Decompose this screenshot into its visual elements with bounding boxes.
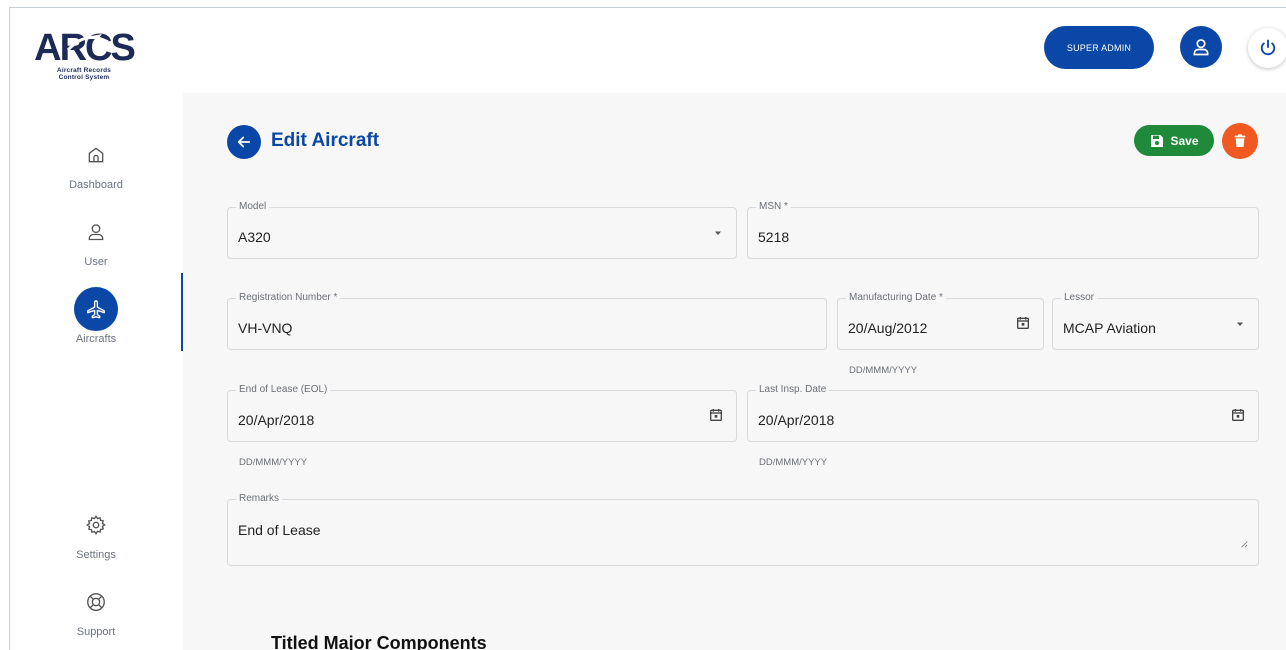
arrow-left-icon <box>237 136 251 148</box>
end-of-lease-helper: DD/MMM/YYYY <box>239 457 308 468</box>
model-label: Model <box>236 201 270 213</box>
last-inspection-date-field[interactable]: Last Insp. Date 20/Apr/2018 <box>747 384 1259 442</box>
sidebar-item-aircrafts[interactable]: Aircrafts <box>10 287 182 345</box>
sidebar-item-user[interactable]: User <box>10 210 182 268</box>
manufacturing-date-value: 20/Aug/2012 <box>848 320 928 336</box>
save-label: Save <box>1170 133 1199 148</box>
back-button[interactable] <box>227 125 261 159</box>
sidebar-item-label: User <box>84 256 108 268</box>
gear-icon <box>74 503 118 547</box>
end-of-lease-label: End of Lease (EOL) <box>236 384 331 396</box>
end-of-lease-field[interactable]: End of Lease (EOL) 20/Apr/2018 <box>227 384 737 442</box>
home-icon <box>74 133 118 177</box>
floppy-disk-icon <box>1151 134 1164 147</box>
remarks-value: End of Lease <box>238 522 321 538</box>
remarks-textarea[interactable]: Remarks End of Lease <box>227 493 1259 566</box>
main-content: Edit Aircraft Save Model A320 MSN * 5218… <box>183 93 1286 650</box>
sidebar-item-label: Dashboard <box>69 179 123 191</box>
app-logo: ARCS Aircraft Records Control System <box>24 22 144 84</box>
msn-label: MSN * <box>756 201 791 213</box>
calendar-icon[interactable] <box>1230 407 1246 428</box>
airplane-icon <box>74 287 118 331</box>
registration-number-field[interactable]: Registration Number * VH-VNQ <box>227 292 827 350</box>
app-window: ARCS Aircraft Records Control System SUP… <box>9 7 1286 650</box>
registration-number-label: Registration Number * <box>236 292 341 304</box>
sidebar-item-support[interactable]: Support <box>10 580 182 638</box>
role-button[interactable]: SUPER ADMIN <box>1044 26 1154 69</box>
section-title: Titled Major Components <box>271 633 487 650</box>
model-select[interactable]: Model A320 <box>227 201 737 259</box>
last-inspection-date-value: 20/Apr/2018 <box>758 412 835 428</box>
resize-handle-icon[interactable] <box>1240 535 1248 553</box>
caret-down-icon <box>712 226 724 244</box>
lifebuoy-icon <box>74 580 118 624</box>
last-inspection-date-label: Last Insp. Date <box>756 384 830 396</box>
page-title: Edit Aircraft <box>271 130 380 151</box>
calendar-icon[interactable] <box>708 407 724 428</box>
user-icon <box>1193 39 1209 56</box>
logo-text: ARCS <box>34 27 134 68</box>
manufacturing-date-label: Manufacturing Date * <box>846 292 946 304</box>
logo-subtitle: Aircraft Records Control System <box>56 67 112 81</box>
registration-number-value: VH-VNQ <box>238 320 293 336</box>
sidebar: Dashboard User Aircrafts Settings Suppor… <box>10 93 183 650</box>
msn-value: 5218 <box>758 229 790 245</box>
caret-down-icon <box>1234 317 1246 335</box>
manufacturing-date-field[interactable]: Manufacturing Date * 20/Aug/2012 <box>837 292 1044 350</box>
end-of-lease-value: 20/Apr/2018 <box>238 412 315 428</box>
msn-field[interactable]: MSN * 5218 <box>747 201 1259 259</box>
remarks-label: Remarks <box>236 493 283 505</box>
profile-button[interactable] <box>1180 26 1222 68</box>
logout-button[interactable] <box>1248 28 1286 68</box>
lessor-select[interactable]: Lessor MCAP Aviation <box>1052 292 1259 350</box>
sidebar-item-label: Settings <box>76 549 116 561</box>
model-value: A320 <box>238 229 271 245</box>
manufacturing-date-helper: DD/MMM/YYYY <box>849 365 918 376</box>
lessor-label: Lessor <box>1061 292 1098 304</box>
sidebar-item-label: Support <box>76 626 116 638</box>
power-icon <box>1260 39 1276 56</box>
save-button[interactable]: Save <box>1134 125 1214 156</box>
last-inspection-date-helper: DD/MMM/YYYY <box>759 457 828 468</box>
sidebar-item-dashboard[interactable]: Dashboard <box>10 133 182 191</box>
sidebar-item-settings[interactable]: Settings <box>10 503 182 561</box>
delete-button[interactable] <box>1222 123 1258 159</box>
user-icon <box>74 210 118 254</box>
trash-icon <box>1234 134 1246 147</box>
calendar-icon[interactable] <box>1015 315 1031 336</box>
sidebar-item-label: Aircrafts <box>75 333 117 345</box>
lessor-value: MCAP Aviation <box>1063 320 1156 336</box>
